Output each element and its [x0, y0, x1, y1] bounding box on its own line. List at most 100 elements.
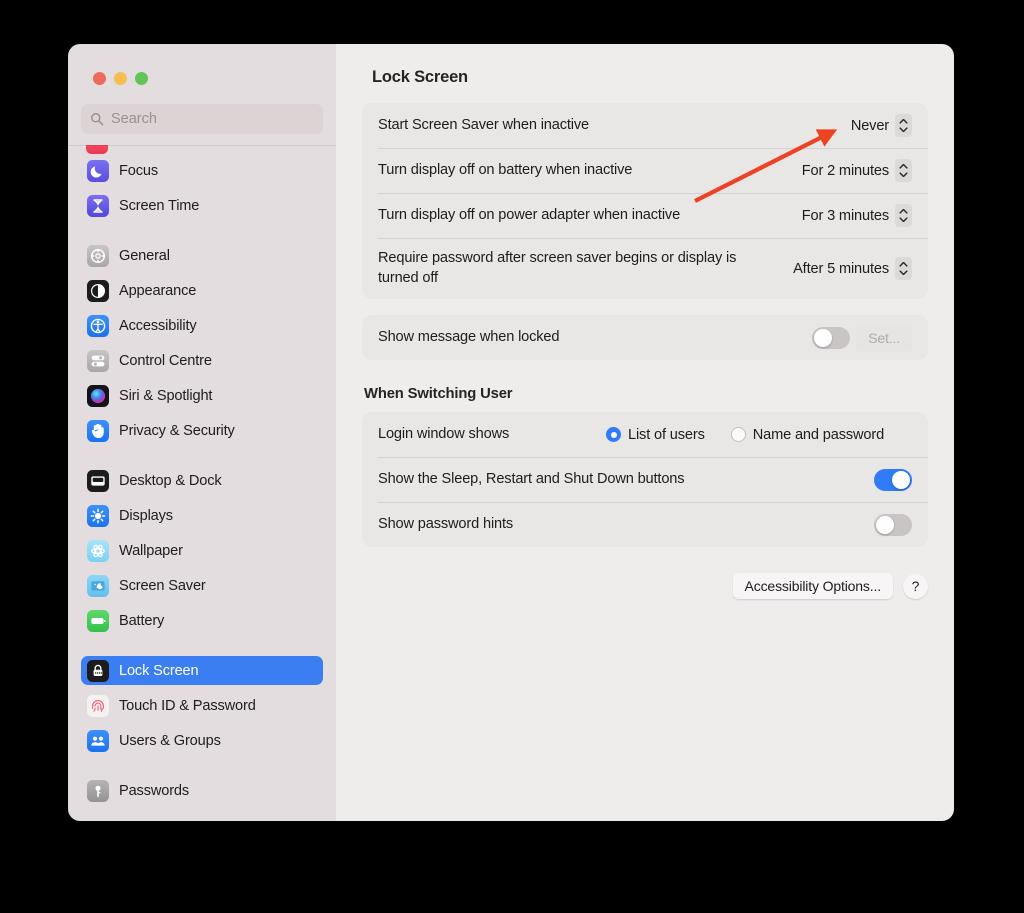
- sidebar-item-users-groups[interactable]: Users & Groups: [81, 726, 323, 755]
- sidebar-item-label: Desktop & Dock: [119, 472, 222, 489]
- search-box[interactable]: [81, 104, 323, 134]
- lock-screen-timing-card: Start Screen Saver when inactive Never T…: [362, 103, 928, 299]
- sidebar-item-wallpaper[interactable]: Wallpaper: [81, 536, 323, 565]
- row-label: Show password hints: [378, 515, 514, 532]
- setting-row-display-off-power-adapter: Turn display off on power adapter when i…: [362, 193, 928, 238]
- sidebar-group-separator: [81, 641, 323, 656]
- sidebar-item-siri-spotlight[interactable]: Siri & Spotlight: [81, 381, 323, 410]
- sidebar-item-label: Passwords: [119, 782, 190, 799]
- help-button[interactable]: ?: [903, 573, 928, 599]
- toggle-knob: [892, 470, 910, 489]
- switching-user-card: Login window shows List of users Name an…: [362, 412, 928, 547]
- lock-screen-icon: [87, 659, 109, 682]
- accessibility-icon: [87, 314, 109, 337]
- privacy-icon: [87, 419, 109, 442]
- chevron-up-down-icon[interactable]: [895, 204, 912, 227]
- toggle-knob: [814, 328, 833, 347]
- search-container: [68, 96, 336, 134]
- sidebar-group: Passwords: [81, 776, 323, 805]
- sidebar-item-touch-id-password[interactable]: Touch ID & Password: [81, 691, 323, 720]
- password-hints-toggle[interactable]: [874, 513, 912, 536]
- sidebar-group: Focus Screen Time: [81, 156, 323, 220]
- set-message-button[interactable]: Set...: [856, 324, 912, 351]
- maximize-button[interactable]: [135, 72, 148, 85]
- desktop-dock-icon: [87, 469, 109, 492]
- sidebar-item-label: Battery: [119, 612, 165, 629]
- radio-label: List of users: [628, 426, 705, 443]
- accessibility-options-button[interactable]: Accessibility Options...: [732, 573, 893, 599]
- sidebar-item-label: Control Centre: [119, 352, 212, 369]
- row-label: Show the Sleep, Restart and Shut Down bu…: [378, 470, 685, 487]
- popup-button-display-off-battery[interactable]: For 2 minutes: [802, 159, 912, 182]
- sidebar-group-separator: [81, 451, 323, 466]
- sidebar-item-label: Displays: [119, 507, 173, 524]
- control-centre-icon: [87, 349, 109, 372]
- chevron-up-down-icon[interactable]: [895, 114, 912, 137]
- close-button[interactable]: [93, 72, 106, 85]
- passwords-icon: [87, 779, 109, 802]
- minimize-button[interactable]: [114, 72, 127, 85]
- popup-value: Never: [850, 117, 889, 134]
- page-title: Lock Screen: [372, 68, 468, 86]
- setting-row-show-message: Show message when locked Set...: [362, 315, 928, 360]
- sidebar-item-label: Siri & Spotlight: [119, 387, 213, 404]
- users-groups-icon: [87, 729, 109, 752]
- notifications-icon: [86, 145, 108, 154]
- popup-button-display-off-power-adapter[interactable]: For 3 minutes: [802, 204, 912, 227]
- sidebar-item-privacy-security[interactable]: Privacy & Security: [81, 416, 323, 445]
- chevron-up-down-icon[interactable]: [895, 159, 912, 182]
- scrolled-off-item-sliver[interactable]: [81, 145, 323, 154]
- search-input[interactable]: [111, 111, 314, 127]
- chevron-up-down-icon[interactable]: [895, 257, 912, 280]
- login-window-radio-group: List of users Name and password: [606, 427, 884, 443]
- sidebar-item-accessibility[interactable]: Accessibility: [81, 311, 323, 340]
- sidebar-item-label: Focus: [119, 162, 158, 179]
- sidebar-item-passwords[interactable]: Passwords: [81, 776, 323, 805]
- sidebar-item-appearance[interactable]: Appearance: [81, 276, 323, 305]
- radio-option-list-of-users[interactable]: List of users: [606, 427, 705, 443]
- setting-row-require-password: Require password after screen saver begi…: [362, 238, 928, 299]
- sidebar-item-label: Users & Groups: [119, 732, 221, 749]
- general-icon: [87, 244, 109, 267]
- setting-row-show-sleep-restart-shutdown: Show the Sleep, Restart and Shut Down bu…: [362, 457, 928, 502]
- radio-label: Name and password: [752, 426, 885, 443]
- sidebar-item-label: Touch ID & Password: [119, 697, 256, 714]
- setting-row-start-screen-saver: Start Screen Saver when inactive Never: [362, 103, 928, 148]
- show-message-toggle[interactable]: [812, 326, 851, 349]
- radio-button[interactable]: [730, 427, 746, 442]
- system-settings-window: Focus Screen Time: [68, 44, 954, 821]
- sidebar-item-label: Accessibility: [119, 317, 197, 334]
- footer-actions: Accessibility Options... ?: [362, 563, 928, 599]
- battery-icon: [87, 609, 109, 632]
- sidebar-item-focus[interactable]: Focus: [81, 156, 323, 185]
- sidebar-item-general[interactable]: General: [81, 241, 323, 270]
- sidebar-item-label: Lock Screen: [119, 662, 199, 679]
- toggle-knob: [876, 515, 894, 534]
- sidebar-item-screen-time[interactable]: Screen Time: [81, 191, 323, 220]
- sidebar-item-control-centre[interactable]: Control Centre: [81, 346, 323, 375]
- siri-icon: [87, 384, 109, 407]
- popup-button-require-password[interactable]: After 5 minutes: [793, 257, 912, 280]
- sidebar-item-battery[interactable]: Battery: [81, 606, 323, 635]
- row-controls: [874, 513, 912, 536]
- focus-icon: [87, 159, 109, 182]
- sidebar-item-label: Screen Saver: [119, 577, 206, 594]
- sidebar-nav-list[interactable]: Focus Screen Time General Appearance Acc…: [68, 145, 336, 821]
- popup-value: After 5 minutes: [793, 260, 889, 277]
- sidebar-item-displays[interactable]: Displays: [81, 501, 323, 530]
- setting-row-login-window-shows: Login window shows List of users Name an…: [362, 412, 928, 457]
- sidebar-item-label: General: [119, 247, 170, 264]
- lock-message-card: Show message when locked Set...: [362, 315, 928, 360]
- row-label: Turn display off on battery when inactiv…: [378, 161, 633, 178]
- radio-option-name-and-password[interactable]: Name and password: [730, 426, 885, 443]
- setting-row-show-password-hints: Show password hints: [362, 502, 928, 547]
- popup-button-start-screen-saver[interactable]: Never: [851, 114, 912, 137]
- sleep-restart-shutdown-toggle[interactable]: [874, 468, 912, 491]
- sidebar-item-screen-saver[interactable]: Screen Saver: [81, 571, 323, 600]
- radio-button[interactable]: [606, 427, 621, 442]
- window-controls: [68, 44, 336, 96]
- popup-value: For 2 minutes: [801, 162, 889, 179]
- sidebar-group-separator: [81, 761, 323, 776]
- sidebar-item-lock-screen[interactable]: Lock Screen: [81, 656, 323, 685]
- sidebar-item-desktop-dock[interactable]: Desktop & Dock: [81, 466, 323, 495]
